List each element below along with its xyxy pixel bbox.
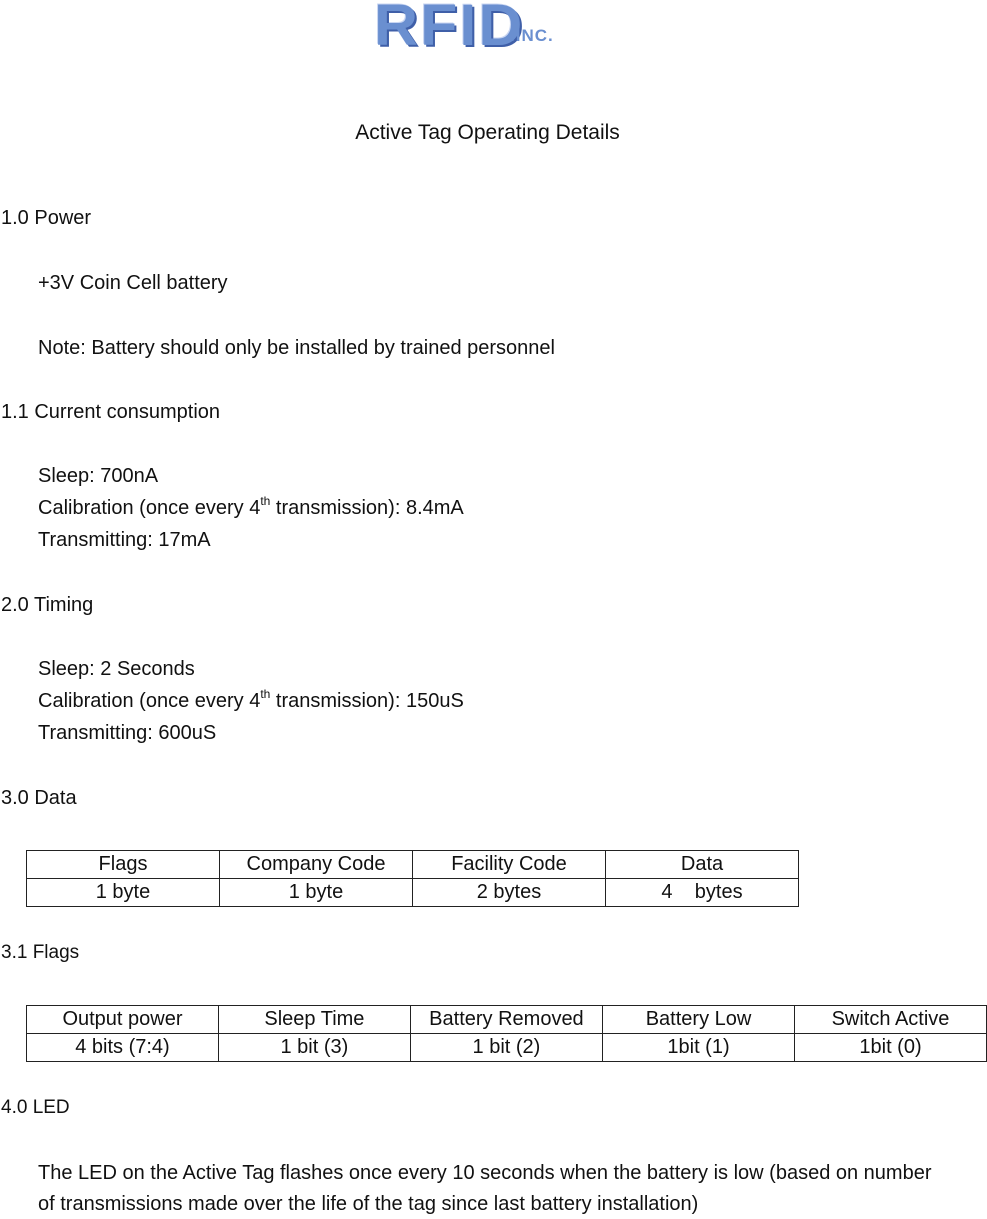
table-header-row: Output power Sleep Time Battery Removed …: [26, 1005, 987, 1034]
table-row: 4 bits (7:4) 1 bit (3) 1 bit (2) 1bit (1…: [26, 1033, 987, 1062]
table-header-cell: Battery Low: [602, 1005, 795, 1034]
section-heading-current: 1.1 Current consumption: [1, 401, 221, 423]
section-heading-led: 4.0 LED: [1, 1097, 70, 1118]
table-cell: 1bit (0): [794, 1033, 987, 1062]
table-cell: 2 bytes: [412, 878, 606, 907]
company-logo: RFID .INC.: [372, 0, 562, 58]
current-transmitting: Transmitting: 17mA: [38, 529, 211, 551]
section-heading-timing: 2.0 Timing: [1, 594, 94, 616]
table-header-cell: Facility Code: [412, 850, 606, 879]
battery-type: +3V Coin Cell battery: [38, 272, 228, 294]
current-calibration-prefix: Calibration (once every 4: [38, 497, 261, 519]
table-header-cell: Output power: [26, 1005, 219, 1034]
data-format-table: Flags Company Code Facility Code Data 1 …: [26, 850, 799, 907]
document-title: Active Tag Operating Details: [355, 121, 620, 144]
flags-table: Output power Sleep Time Battery Removed …: [26, 1005, 987, 1062]
table-header-row: Flags Company Code Facility Code Data: [26, 850, 799, 879]
timing-calibration-suffix: transmission): 150uS: [270, 690, 464, 712]
timing-calibration: Calibration (once every 4th transmission…: [38, 687, 464, 713]
table-cell: 1 byte: [26, 878, 220, 907]
battery-note: Note: Battery should only be installed b…: [38, 337, 555, 359]
logo-text: RFID: [374, 0, 525, 58]
timing-calibration-sup: th: [260, 687, 271, 701]
table-header-cell: Data: [605, 850, 799, 879]
current-sleep: Sleep: 700nA: [38, 465, 159, 487]
table-row: 1 byte 1 byte 2 bytes 4 bytes: [26, 878, 799, 907]
current-calibration-sup: th: [260, 494, 271, 508]
logo-suffix: .INC.: [510, 26, 554, 45]
current-calibration-suffix: transmission): 8.4mA: [270, 497, 464, 519]
timing-calibration-prefix: Calibration (once every 4: [38, 690, 261, 712]
timing-sleep: Sleep: 2 Seconds: [38, 658, 195, 680]
table-header-cell: Switch Active: [794, 1005, 987, 1034]
table-header-cell: Company Code: [219, 850, 413, 879]
section-heading-flags: 3.1 Flags: [1, 942, 80, 963]
section-heading-power: 1.0 Power: [1, 207, 92, 229]
current-calibration: Calibration (once every 4th transmission…: [38, 494, 464, 520]
section-heading-data: 3.0 Data: [1, 787, 77, 809]
table-cell: 1 byte: [219, 878, 413, 907]
table-cell: 1 bit (2): [409, 1033, 604, 1062]
table-cell: 1bit (1): [602, 1033, 795, 1062]
table-cell: 1 bit (3): [217, 1033, 411, 1062]
table-header-cell: Battery Removed: [409, 1005, 604, 1034]
table-header-cell: Flags: [26, 850, 220, 879]
table-cell: 4 bits (7:4): [26, 1033, 219, 1062]
led-description-line-2: of transmissions made over the life of t…: [38, 1193, 699, 1215]
led-description-line-1: The LED on the Active Tag flashes once e…: [38, 1162, 932, 1184]
table-header-cell: Sleep Time: [217, 1005, 411, 1034]
table-cell: 4 bytes: [605, 878, 799, 907]
timing-transmitting: Transmitting: 600uS: [38, 722, 217, 744]
